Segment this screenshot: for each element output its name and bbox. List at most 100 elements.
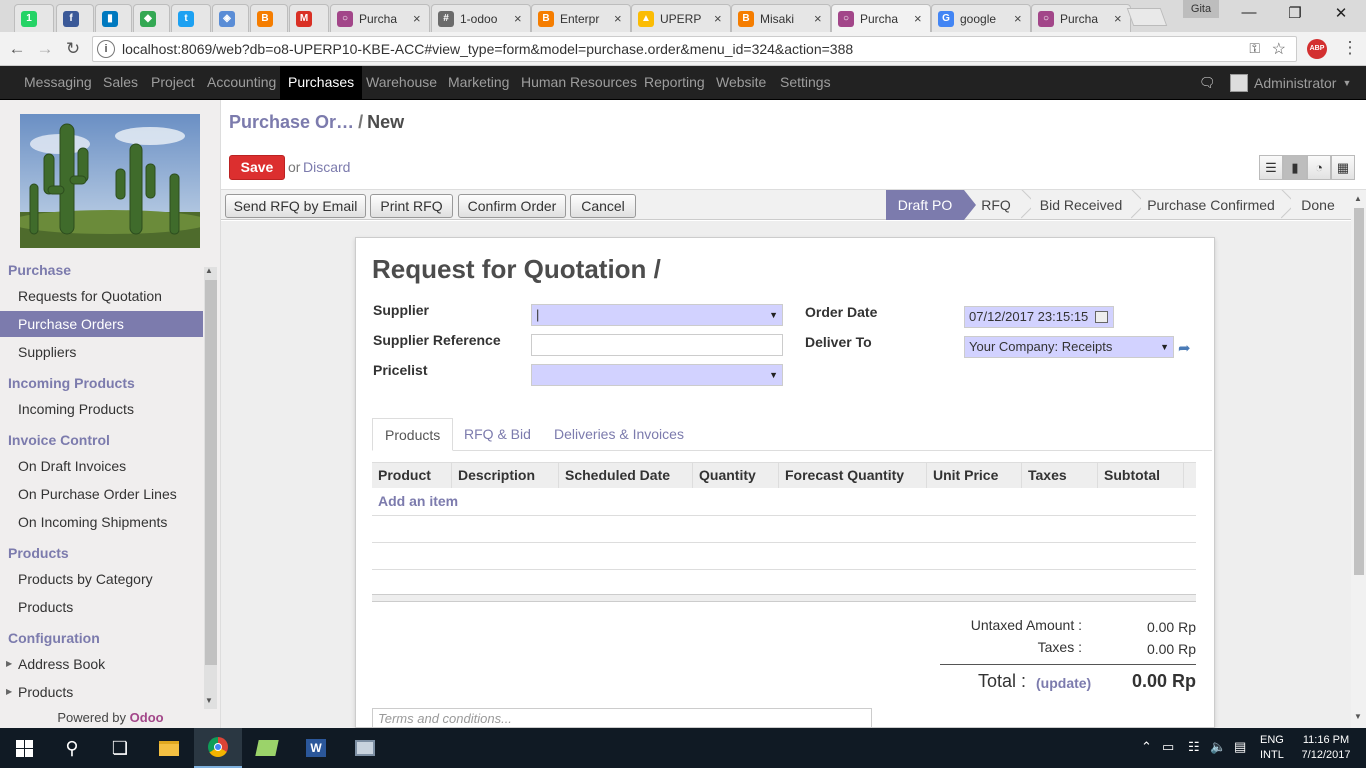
column-description[interactable]: Description [452, 463, 559, 488]
browser-tab[interactable]: ▮ [95, 4, 132, 32]
calendar-view-icon[interactable]: ▦ [1331, 155, 1355, 180]
address-bar[interactable]: i localhost:8069/web?db=o8-UPERP10-KBE-A… [92, 36, 1297, 62]
top-menu-item-reporting[interactable]: Reporting [636, 66, 713, 100]
browser-tab[interactable]: M [289, 4, 329, 32]
close-tab-icon[interactable]: × [413, 11, 423, 26]
browser-tab[interactable]: f [56, 4, 94, 32]
top-menu-item-warehouse[interactable]: Warehouse [358, 66, 445, 100]
column-forecast-quantity[interactable]: Forecast Quantity [779, 463, 927, 488]
restore-icon[interactable]: ❐ [1275, 4, 1315, 24]
column-quantity[interactable]: Quantity [693, 463, 779, 488]
deliver-to-field[interactable]: Your Company: Receipts ▼ [964, 336, 1174, 358]
chat-icon[interactable]: 🗨 [1199, 75, 1216, 91]
close-tab-icon[interactable]: × [1014, 11, 1024, 26]
clock[interactable]: 11:16 PM 7/12/2017 [1296, 733, 1356, 763]
send-rfq-email-button[interactable]: Send RFQ by Email [225, 194, 366, 218]
browser-tab[interactable]: ▲ UPERP × [631, 4, 731, 32]
update-link[interactable]: (update) [1036, 675, 1091, 691]
scroll-up-icon[interactable]: ▲ [205, 266, 213, 275]
browser-menu-icon[interactable]: ⋮ [1340, 38, 1360, 58]
tray-expand-icon[interactable]: ⌃ [1141, 739, 1152, 755]
top-menu-item-website[interactable]: Website [708, 66, 774, 100]
new-tab-button[interactable] [1126, 8, 1168, 26]
language-indicator[interactable]: ENG INTL [1260, 733, 1284, 763]
word-icon[interactable]: W [292, 728, 340, 768]
stage-rfq[interactable]: RFQ [973, 190, 1019, 220]
sidebar-item-address-book[interactable]: ▶ Address Book [0, 651, 203, 677]
form-view-icon[interactable]: ▮ [1283, 155, 1307, 180]
confirm-order-button[interactable]: Confirm Order [458, 194, 566, 218]
forward-icon[interactable]: → [34, 38, 56, 60]
main-scrollbar-thumb[interactable] [1354, 208, 1364, 575]
browser-tab[interactable]: 1 [14, 4, 54, 32]
sidebar-item-on-draft-invoices[interactable]: On Draft Invoices [0, 453, 203, 479]
sidebar-item-purchase-orders[interactable]: Purchase Orders [0, 311, 203, 337]
browser-tab[interactable]: ○ Purcha × [831, 4, 931, 32]
top-menu-item-settings[interactable]: Settings [772, 66, 839, 100]
sidebar-item-products[interactable]: Products [0, 594, 203, 620]
top-menu-item-accounting[interactable]: Accounting [199, 66, 284, 100]
terms-conditions-field[interactable]: Terms and conditions... [372, 708, 872, 730]
close-tab-icon[interactable]: × [914, 11, 924, 26]
file-explorer-icon[interactable] [145, 728, 193, 768]
notification-icon[interactable]: ▤ [1234, 739, 1246, 755]
cancel-button[interactable]: Cancel [570, 194, 636, 218]
top-menu-item-sales[interactable]: Sales [95, 66, 146, 100]
column-scheduled-date[interactable]: Scheduled Date [559, 463, 693, 488]
stage-draft-po[interactable]: Draft PO [886, 190, 976, 220]
sidebar-item-products[interactable]: ▶ Products [0, 679, 203, 705]
column-product[interactable]: Product [372, 463, 452, 488]
top-menu-item-human-resources[interactable]: Human Resources [513, 66, 645, 100]
graph-view-icon[interactable]: ◔ [1307, 155, 1331, 180]
dropdown-arrow-icon[interactable]: ▼ [769, 365, 778, 385]
sidebar-item-products-by-category[interactable]: Products by Category [0, 566, 203, 592]
list-view-icon[interactable]: ☰ [1259, 155, 1283, 180]
add-item-link[interactable]: Add an item [378, 493, 458, 509]
pricelist-field[interactable]: ▼ [531, 364, 783, 386]
save-button[interactable]: Save [229, 155, 285, 180]
close-tab-icon[interactable]: × [814, 11, 824, 26]
dropdown-arrow-icon[interactable]: ▼ [1160, 337, 1169, 357]
sidebar-item-suppliers[interactable]: Suppliers [0, 339, 203, 365]
tab-products[interactable]: Products [372, 418, 454, 451]
browser-tab[interactable]: ◈ [212, 4, 249, 32]
sidebar-item-incoming-products[interactable]: Incoming Products [0, 396, 203, 422]
expand-arrow-icon[interactable]: ▶ [6, 651, 12, 677]
column-subtotal[interactable]: Subtotal [1098, 463, 1184, 488]
browser-tab[interactable]: B [250, 4, 288, 32]
search-icon[interactable]: ⚲ [48, 728, 96, 768]
stage-done[interactable]: Done [1293, 190, 1343, 220]
info-icon[interactable]: i [97, 40, 115, 58]
user-menu[interactable]: Administrator ▼ [1230, 66, 1351, 100]
browser-tab[interactable]: ○ Purcha × [330, 4, 430, 32]
wifi-icon[interactable]: ☷ [1188, 739, 1200, 755]
supplier-reference-field[interactable] [531, 334, 783, 356]
discard-link[interactable]: Discard [303, 159, 350, 175]
column-unit-price[interactable]: Unit Price [927, 463, 1022, 488]
back-icon[interactable]: ← [6, 38, 28, 60]
scroll-down-icon[interactable]: ▼ [1354, 712, 1362, 721]
volume-muted-icon[interactable]: 🔈 [1210, 739, 1226, 755]
close-tab-icon[interactable]: × [514, 11, 524, 26]
browser-tab[interactable]: #1-odoo × [431, 4, 531, 32]
close-tab-icon[interactable]: × [614, 11, 624, 26]
top-menu-item-project[interactable]: Project [143, 66, 203, 100]
bookmark-star-icon[interactable]: ☆ [1272, 39, 1286, 59]
windows-start-icon[interactable] [0, 728, 48, 768]
column-taxes[interactable]: Taxes [1022, 463, 1098, 488]
key-icon[interactable]: ⚿ [1249, 40, 1260, 57]
supplier-field[interactable]: | ▼ [531, 304, 783, 326]
top-menu-item-purchases[interactable]: Purchases [280, 66, 363, 100]
scroll-down-icon[interactable]: ▼ [205, 696, 213, 705]
expand-arrow-icon[interactable]: ▶ [6, 679, 12, 705]
calendar-icon[interactable] [1095, 311, 1108, 323]
dropdown-arrow-icon[interactable]: ▼ [769, 305, 778, 325]
top-menu-item-messaging[interactable]: Messaging [16, 66, 100, 100]
odoo-link[interactable]: Odoo [130, 710, 164, 725]
tab-deliveries-invoices[interactable]: Deliveries & Invoices [542, 418, 696, 451]
close-window-icon[interactable]: ✕ [1321, 4, 1361, 24]
order-date-field[interactable]: 07/12/2017 23:15:15 [964, 306, 1114, 328]
sidebar-scrollbar-thumb[interactable] [205, 280, 217, 665]
external-link-icon[interactable]: ➦ [1178, 339, 1191, 357]
adblock-icon[interactable]: ABP [1307, 39, 1327, 59]
